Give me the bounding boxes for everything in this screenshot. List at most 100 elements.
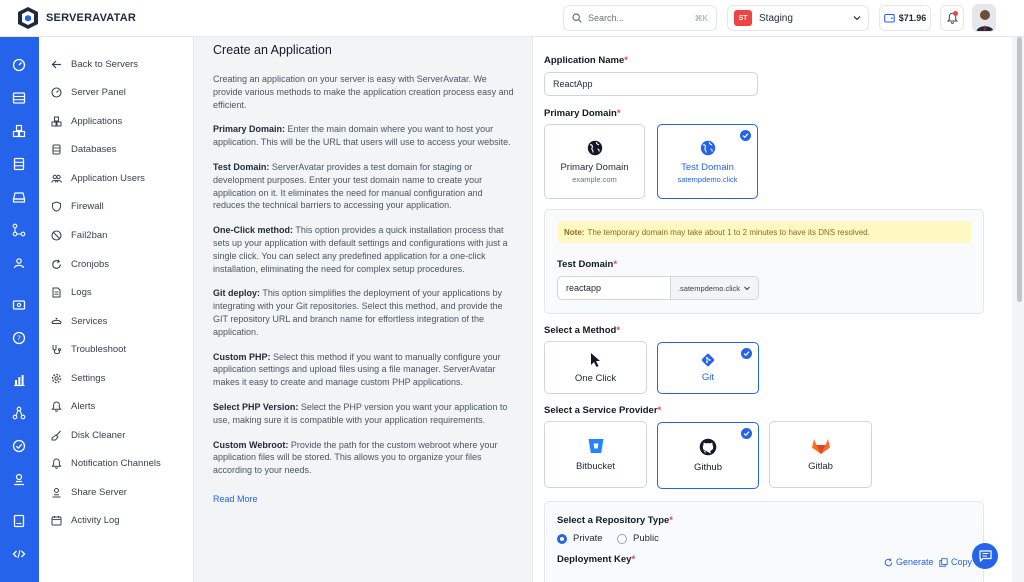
document-icon[interactable] [12, 514, 26, 528]
sidebar-item-label: Applications [71, 115, 123, 127]
deployment-key-label: Deployment Key* [557, 554, 636, 565]
ban-icon [51, 229, 62, 241]
chat-icon [978, 550, 992, 562]
dns-note: Note: The temporary domain may take about… [558, 221, 971, 243]
copy-key-button[interactable]: Copy [939, 557, 972, 567]
chevron-down-icon [744, 286, 750, 291]
provider-gitlab[interactable]: Gitlab [769, 421, 872, 488]
test-domain-value: reactapp [566, 283, 602, 293]
intro-text: Creating an application on your server i… [213, 74, 514, 110]
info-custom-webroot: Custom Webroot: Provide the path for the… [213, 439, 498, 476]
generate-key-button[interactable]: Generate [884, 557, 934, 567]
sidebar-item-applications[interactable]: Applications [51, 114, 122, 128]
scrollbar-thumb[interactable] [1017, 37, 1022, 302]
provider-bitbucket[interactable]: Bitbucket [544, 421, 647, 488]
chat-support-button[interactable] [972, 543, 998, 569]
provider-title: Gitlab [808, 461, 833, 472]
search-placeholder: Search... [588, 13, 625, 23]
info-primary-domain: Primary Domain: Enter the main domain wh… [213, 124, 511, 148]
git-icon [701, 353, 715, 367]
method-git[interactable]: Git [657, 342, 759, 394]
check-icon [741, 428, 752, 439]
dashboard-icon[interactable] [12, 58, 26, 72]
app-name-input[interactable]: ReactApp [544, 72, 758, 96]
sidebar-item-logs[interactable]: Logs [51, 285, 92, 299]
method-title: Git [701, 372, 715, 383]
bitbucket-icon [588, 439, 603, 453]
hard-drive-icon[interactable] [12, 190, 26, 204]
check-icon [741, 348, 752, 359]
check-icon [740, 130, 751, 141]
database-icon[interactable] [12, 157, 26, 171]
gear-icon [51, 373, 62, 383]
sidebar-item-cronjobs[interactable]: Cronjobs [51, 257, 109, 271]
analytics-icon[interactable] [12, 373, 26, 387]
sidebar-item-label: Server Panel [71, 86, 126, 98]
sidebar-item-alerts[interactable]: Alerts [51, 399, 95, 413]
code-icon[interactable] [12, 547, 26, 561]
server-badge: ST [734, 10, 752, 26]
test-domain-label: Test Domain* [557, 259, 618, 270]
domain-option-sub: example.com [572, 174, 617, 184]
team-icon[interactable] [12, 256, 26, 270]
provider-title: Github [694, 462, 722, 473]
sidebar-item-notification-channels[interactable]: Notification Channels [51, 456, 161, 470]
refresh-icon [52, 258, 61, 269]
stethoscope-icon [52, 344, 61, 354]
sidebar-item-server-panel[interactable]: Server Panel [51, 85, 126, 99]
notifications-button[interactable] [940, 5, 964, 31]
cubes-icon [51, 116, 62, 126]
info-test-domain: Test Domain: ServerAvatar provides a tes… [213, 161, 483, 211]
sidebar-item-label: Activity Log [71, 514, 120, 526]
balance-button[interactable]: $71.96 [879, 5, 931, 31]
billing-icon[interactable] [12, 298, 26, 312]
applications-icon[interactable] [12, 124, 26, 138]
info-php-version: Select PHP Version: Select the PHP versi… [213, 401, 508, 425]
repository-panel [544, 501, 984, 582]
search-input[interactable]: Search... ⌘K [563, 5, 717, 31]
logo-icon [18, 7, 38, 29]
search-icon [572, 13, 582, 23]
server-selector[interactable]: ST Staging [727, 5, 869, 31]
domain-option-primary[interactable]: Primary Domain example.com [544, 124, 645, 199]
provider-github[interactable]: Github [657, 422, 759, 489]
integrations-icon[interactable] [12, 406, 26, 420]
method-one-click[interactable]: One Click [544, 341, 647, 394]
sidebar-item-settings[interactable]: Settings [51, 371, 105, 385]
sidebar-item-application-users[interactable]: Application Users [51, 171, 145, 185]
sidebar-item-firewall[interactable]: Firewall [51, 199, 104, 213]
sidebar-item-troubleshoot[interactable]: Troubleshoot [51, 342, 126, 356]
repo-type-private-radio[interactable]: Private [557, 533, 603, 544]
support-icon[interactable] [12, 472, 26, 486]
repo-type-public-radio[interactable]: Public [617, 533, 659, 544]
info-git-deploy: Git deploy: This option simplifies the d… [213, 288, 503, 337]
sidebar-item-fail2ban[interactable]: Fail2ban [51, 228, 107, 242]
info-panel: Create an Application Creating an applic… [194, 37, 532, 582]
sidebar-item-label: Databases [71, 143, 117, 155]
sidebar-item-databases[interactable]: Databases [51, 142, 116, 156]
read-more-link[interactable]: Read More [213, 494, 258, 504]
sidebar-item-back-to-servers[interactable]: Back to Servers [51, 57, 138, 71]
server-name: Staging [759, 12, 793, 24]
notification-dot [953, 11, 958, 16]
check-circle-icon[interactable] [12, 439, 26, 453]
sidebar-item-label: Cronjobs [71, 258, 110, 270]
network-icon[interactable] [12, 223, 26, 237]
sidebar-item-services[interactable]: Services [51, 314, 107, 328]
domain-suffix-select[interactable]: .satempdemo.click [670, 277, 758, 299]
sidebar-item-disk-cleaner[interactable]: Disk Cleaner [51, 428, 125, 442]
brand-logo[interactable]: SERVERAVATAR [16, 6, 136, 30]
avatar[interactable] [972, 4, 996, 32]
sidebar-item-activity-log[interactable]: Activity Log [51, 513, 120, 527]
sidebar-item-label: Back to Servers [71, 58, 139, 70]
sidebar-item-share-server[interactable]: Share Server [51, 485, 127, 499]
help-icon[interactable]: ? [12, 331, 26, 345]
scrollbar[interactable] [1015, 37, 1024, 582]
sidebar-item-label: Alerts [71, 400, 96, 412]
domain-option-test[interactable]: Test Domain satempdemo.click [657, 124, 758, 199]
copy-icon [939, 557, 948, 567]
server-list-icon[interactable] [12, 91, 26, 105]
domain-option-title: Primary Domain [560, 161, 629, 173]
sidebar-item-label: Fail2ban [71, 229, 108, 241]
sidebar-item-label: Notification Channels [71, 457, 161, 469]
